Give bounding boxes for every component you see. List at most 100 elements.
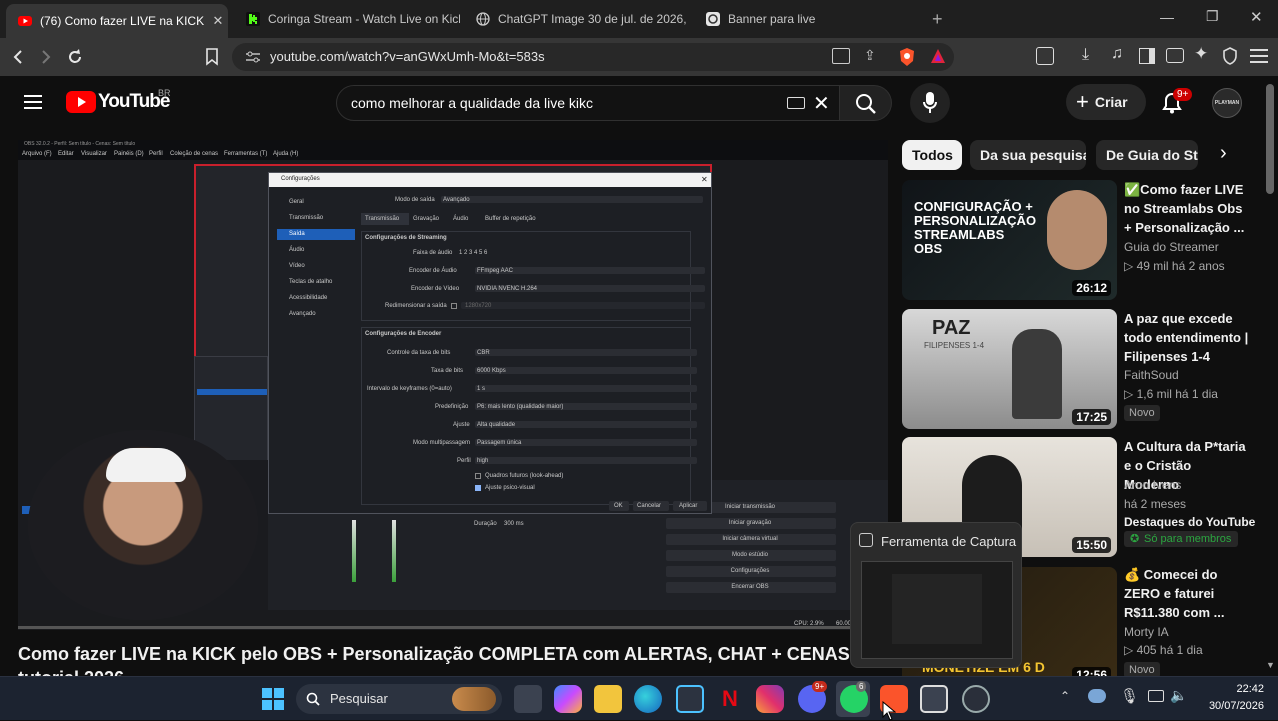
create-button[interactable]: + Criar	[1066, 84, 1146, 120]
tab-banner[interactable]: Banner para live	[694, 4, 920, 34]
volume-icon[interactable]: 🔈	[1170, 687, 1187, 704]
rate-control-select[interactable]: CBR	[477, 350, 490, 356]
video-player[interactable]: OBS 32.0.2 - Perfil: Sem título - Cenas:…	[18, 140, 888, 630]
restore-icon[interactable]: ❐	[1206, 8, 1219, 25]
cancel-button[interactable]: Cancelar	[637, 503, 661, 509]
clear-search-icon[interactable]: ✕	[813, 91, 830, 116]
hamburger-icon[interactable]	[24, 95, 42, 109]
lookahead-checkbox[interactable]	[475, 473, 481, 479]
search-box[interactable]: como melhorar a qualidade da live kikc ✕	[336, 85, 840, 121]
brave-rewards-icon[interactable]	[930, 48, 946, 64]
minimize-icon[interactable]: —	[1160, 9, 1174, 25]
tab-kick[interactable]: Coringa Stream - Watch Live on Kick	[234, 4, 460, 34]
subtab-audio[interactable]: Áudio	[453, 216, 468, 222]
dialog-close-icon[interactable]: ✕	[701, 175, 708, 184]
subtab-stream[interactable]: Transmissão	[365, 216, 399, 222]
tray-chevron-icon[interactable]: ⌃	[1060, 689, 1070, 703]
avatar[interactable]: PLAYMAN	[1212, 88, 1242, 118]
page-scrollbar[interactable]	[1266, 84, 1274, 194]
instagram-icon[interactable]	[756, 685, 784, 713]
media-icon[interactable]: ♫	[1111, 45, 1123, 63]
studio-mode-button[interactable]: Modo estúdio	[732, 552, 768, 558]
network-icon[interactable]	[1148, 690, 1164, 702]
psycho-visual-checkbox[interactable]	[475, 485, 481, 491]
menu-icon[interactable]	[1250, 48, 1268, 64]
keyboard-icon[interactable]	[787, 97, 805, 109]
tab-chatgpt-image[interactable]: ChatGPT Image 30 de jul. de 2026, 2	[464, 4, 690, 34]
close-tab-icon[interactable]: ✕	[208, 13, 228, 29]
recommendation-thumbnail[interactable]: CONFIGURAÇÃO + PERSONALIZAÇÃO STREAMLABS…	[902, 180, 1117, 300]
file-explorer-icon[interactable]	[594, 685, 622, 713]
taskbar-search[interactable]: Pesquisar	[296, 684, 502, 714]
youtube-logo[interactable]: YouTube	[66, 91, 170, 113]
copilot-icon[interactable]	[554, 685, 582, 713]
video-encoder-select[interactable]: NVIDIA NVENC H.264	[477, 286, 537, 292]
close-window-icon[interactable]: ✕	[1250, 8, 1263, 26]
windows-start-icon[interactable]	[262, 688, 284, 710]
netflix-icon[interactable]: N	[722, 686, 738, 712]
sidebar-item-general[interactable]: Geral	[289, 199, 304, 205]
chip-all[interactable]: Todos	[902, 140, 962, 170]
task-view-icon[interactable]	[514, 685, 542, 713]
taskbar-preview-popup[interactable]: Ferramenta de Captura	[850, 522, 1022, 668]
wallet-icon[interactable]	[1166, 48, 1184, 63]
output-mode-select[interactable]: Avançado	[443, 197, 470, 203]
cloud-icon[interactable]	[1088, 689, 1106, 703]
multipass-select[interactable]: Passagem única	[477, 440, 521, 446]
start-stream-button[interactable]: Iniciar transmissão	[725, 504, 775, 510]
channel-name[interactable]: FaithSoud	[1124, 368, 1179, 382]
video-progress-track[interactable]	[18, 626, 888, 629]
chevron-right-icon[interactable]: ›	[1212, 140, 1242, 170]
scroll-down-arrow[interactable]: ▼	[1266, 660, 1275, 670]
search-input[interactable]: como melhorar a qualidade da live kikc	[351, 95, 593, 111]
audio-track-radios[interactable]: 1 2 3 4 5 6	[459, 250, 487, 256]
edge-icon[interactable]	[634, 685, 662, 713]
chip-from-channel[interactable]: De Guia do Streamer	[1096, 140, 1198, 170]
leo-ai-icon[interactable]: ✦	[1194, 44, 1208, 64]
mic-tray-icon[interactable]: 🎙	[1120, 687, 1139, 705]
store-icon[interactable]	[676, 685, 704, 713]
new-tab-icon[interactable]: +	[932, 9, 943, 30]
obs-icon[interactable]	[962, 685, 990, 713]
share-icon[interactable]: ⇪	[864, 47, 876, 64]
exit-obs-button[interactable]: Encerrar OBS	[731, 584, 768, 590]
clock-date[interactable]: 30/07/2026	[1194, 700, 1264, 712]
recommendation-title[interactable]: 💰 Comecei do ZERO e faturei R$11.380 com…	[1124, 565, 1249, 622]
channel-name[interactable]: Aron Ivens	[1124, 478, 1181, 492]
keyframe-interval-input[interactable]: 1 s	[477, 386, 485, 392]
address-bar[interactable]: youtube.com/watch?v=anGWxUmh-Mo&t=583s ⇪	[232, 43, 954, 71]
tuning-select[interactable]: Alta qualidade	[477, 422, 515, 428]
download-icon[interactable]: ⤓	[1082, 46, 1089, 64]
rescale-select[interactable]: 1280x720	[465, 303, 491, 309]
bookmark-icon[interactable]	[205, 48, 219, 66]
ok-button[interactable]: OK	[614, 503, 623, 509]
settings-button[interactable]: Configurações	[731, 568, 770, 574]
site-settings-icon[interactable]	[246, 51, 260, 63]
recommendation-title[interactable]: A paz que excede todo entendimento | Fil…	[1124, 309, 1249, 366]
sidebar-item-audio[interactable]: Áudio	[289, 247, 304, 253]
recommendation-thumbnail[interactable]: PAZ FILIPENSES 1-4 17:25	[902, 309, 1117, 429]
preset-select[interactable]: P6: mais lento (qualidade maior)	[477, 404, 563, 410]
profile-select[interactable]: high	[477, 458, 488, 464]
sidebar-item-advanced[interactable]: Avançado	[289, 311, 316, 317]
sidebar-item-stream[interactable]: Transmissão	[289, 215, 323, 221]
reload-icon[interactable]	[66, 48, 84, 66]
rescale-checkbox[interactable]	[451, 303, 457, 309]
virtual-camera-button[interactable]: Iniciar câmera virtual	[722, 536, 777, 542]
search-button[interactable]	[840, 85, 892, 121]
back-icon[interactable]	[10, 49, 26, 65]
recommendation-title[interactable]: ✅Como fazer LIVE no Streamlabs Obs + Per…	[1124, 180, 1249, 237]
subtab-replay-buffer[interactable]: Buffer de repetição	[485, 216, 536, 222]
voice-search-button[interactable]	[910, 83, 950, 123]
screenshot-icon[interactable]	[1036, 47, 1054, 65]
channel-name[interactable]: Morty IA	[1124, 625, 1169, 639]
channel-name[interactable]: Guia do Streamer	[1124, 240, 1219, 254]
chip-from-search[interactable]: Da sua pesquisa	[970, 140, 1086, 170]
subtab-recording[interactable]: Gravação	[413, 216, 439, 222]
forward-icon[interactable]	[38, 49, 54, 65]
sidebar-item-hotkeys[interactable]: Teclas de atalho	[289, 279, 332, 285]
apply-button[interactable]: Aplicar	[679, 503, 697, 509]
brave-shield-icon[interactable]	[898, 47, 916, 67]
sidebar-item-output[interactable]: Saída	[289, 231, 305, 237]
sidebar-item-accessibility[interactable]: Acessibilidade	[289, 295, 327, 301]
